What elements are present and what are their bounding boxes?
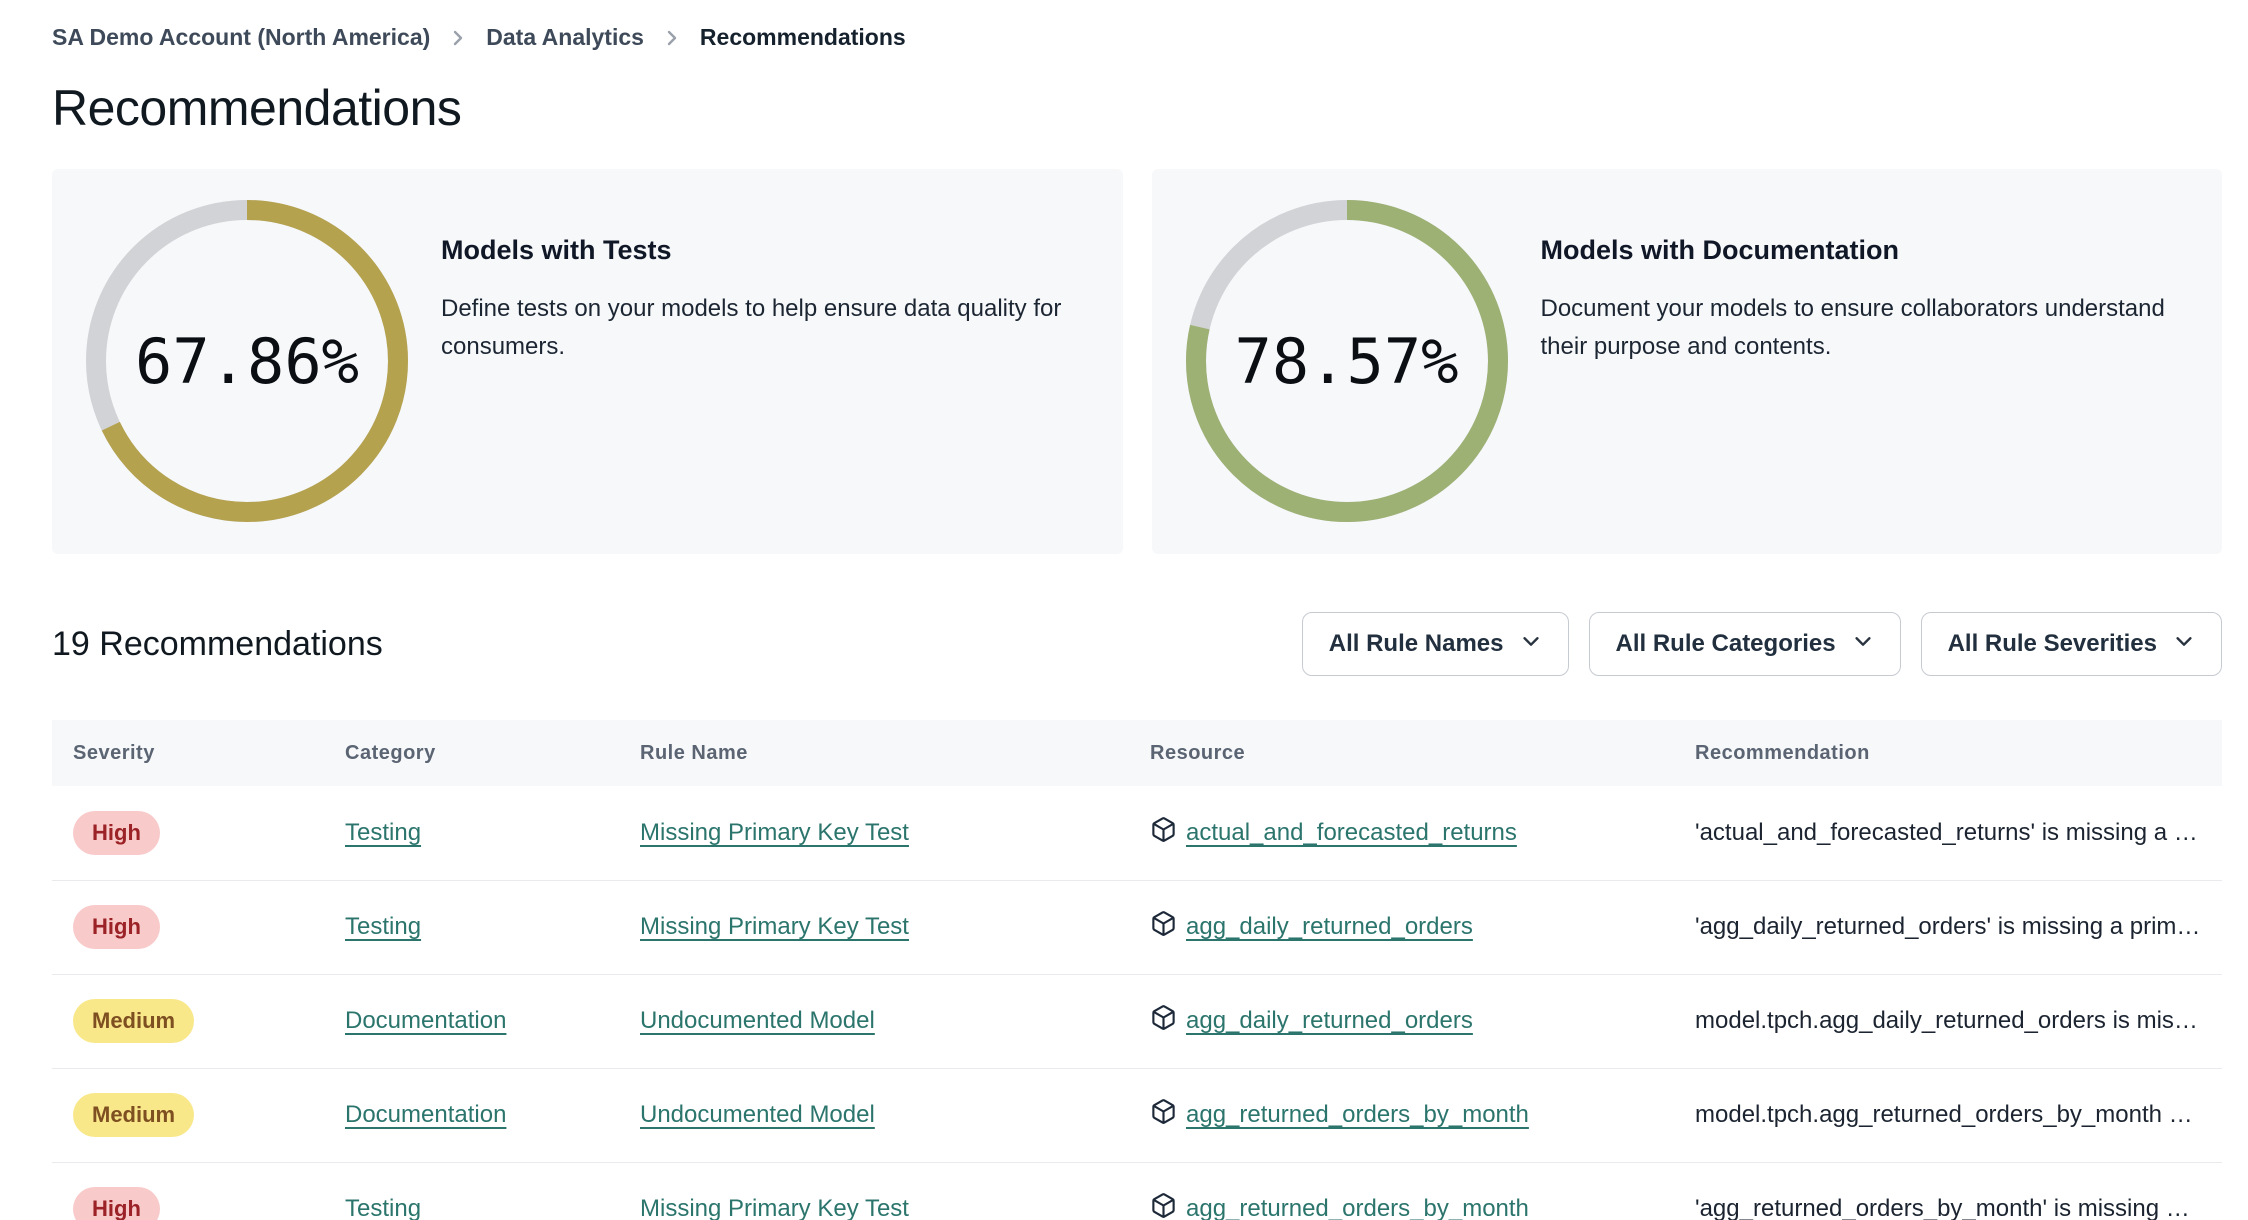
breadcrumb-current: Recommendations	[699, 24, 906, 50]
breadcrumb: SA Demo Account (North America) Data Ana…	[52, 24, 2222, 51]
filter-label: All Rule Severities	[1947, 630, 2157, 657]
table-row: Medium Documentation Undocumented Model …	[52, 1068, 2222, 1162]
card-title: Models with Tests	[441, 235, 672, 265]
card-models-with-documentation: 78.57% Models with Documentation Documen…	[1151, 169, 2222, 554]
category-link[interactable]: Testing	[345, 1195, 421, 1220]
model-cube-icon	[1150, 910, 1177, 944]
resource-link[interactable]: agg_daily_returned_orders	[1186, 1007, 1473, 1035]
breadcrumb-project[interactable]: Data Analytics	[486, 24, 644, 51]
documentation-donut-chart: 78.57%	[1185, 200, 1508, 522]
rule-name-link[interactable]: Undocumented Model	[640, 1007, 875, 1034]
card-title: Models with Documentation	[1540, 235, 1900, 265]
model-cube-icon	[1150, 816, 1177, 850]
table-row: High Testing Missing Primary Key Test ac…	[52, 786, 2222, 880]
chevron-down-icon	[1852, 630, 1874, 659]
column-header-severity: Severity	[73, 741, 155, 764]
category-link[interactable]: Testing	[345, 913, 421, 940]
model-cube-icon	[1150, 1004, 1177, 1038]
model-cube-icon	[1150, 1098, 1177, 1132]
table-row: Medium Documentation Undocumented Model …	[52, 974, 2222, 1068]
rule-categories-filter-dropdown[interactable]: All Rule Categories	[1588, 612, 1901, 676]
resource-link[interactable]: agg_returned_orders_by_month	[1186, 1195, 1529, 1220]
table-header-row: Severity Category Rule Name Resource Rec…	[52, 720, 2222, 786]
model-cube-icon	[1150, 1192, 1177, 1220]
table-row: High Testing Missing Primary Key Test ag…	[52, 1162, 2222, 1220]
severity-badge: Medium	[73, 1093, 195, 1137]
recommendations-page: SA Demo Account (North America) Data Ana…	[0, 0, 2248, 1220]
recommendation-text: model.tpch.agg_returned_orders_by_month …	[1695, 1101, 2193, 1128]
breadcrumb-account[interactable]: SA Demo Account (North America)	[52, 24, 430, 51]
severity-badge: High	[73, 810, 160, 855]
filter-label: All Rule Names	[1328, 630, 1504, 657]
recommendation-text: 'agg_daily_returned_orders' is missing a…	[1695, 913, 2201, 940]
recommendations-table: Severity Category Rule Name Resource Rec…	[52, 720, 2222, 1220]
tests-donut-chart: 67.86%	[86, 200, 408, 522]
resource-link[interactable]: actual_and_forecasted_returns	[1186, 819, 1517, 847]
rule-severities-filter-dropdown[interactable]: All Rule Severities	[1920, 612, 2222, 676]
category-link[interactable]: Documentation	[345, 1101, 506, 1128]
metric-cards: 67.86% Models with Tests Define tests on…	[52, 169, 2222, 554]
chevron-down-icon	[2173, 630, 2195, 659]
rule-name-link[interactable]: Missing Primary Key Test	[640, 1195, 909, 1220]
card-description: Document your models to ensure collabora…	[1540, 295, 2165, 360]
chevron-right-icon	[664, 26, 680, 50]
chevron-down-icon	[1520, 630, 1542, 659]
severity-badge: High	[73, 1187, 160, 1220]
severity-badge: High	[73, 905, 160, 949]
page-title: Recommendations	[52, 80, 462, 136]
rule-names-filter-dropdown[interactable]: All Rule Names	[1301, 612, 1569, 676]
rule-name-link[interactable]: Undocumented Model	[640, 1101, 875, 1128]
resource-link[interactable]: agg_daily_returned_orders	[1186, 913, 1473, 941]
resource-link[interactable]: agg_returned_orders_by_month	[1186, 1101, 1529, 1129]
category-link[interactable]: Documentation	[345, 1007, 506, 1034]
column-header-rule-name: Rule Name	[640, 741, 748, 764]
documentation-percent-value: 78.57%	[1234, 324, 1459, 398]
card-text: Models with Documentation Document your …	[1541, 235, 2201, 366]
recommendation-text: model.tpch.agg_daily_returned_orders is …	[1695, 1007, 2198, 1034]
list-header: 19 Recommendations All Rule Names All Ru…	[52, 612, 2222, 676]
column-header-resource: Resource	[1150, 741, 1246, 764]
card-models-with-tests: 67.86% Models with Tests Define tests on…	[52, 169, 1123, 554]
column-header-category: Category	[345, 741, 436, 764]
recommendation-text: 'actual_and_forecasted_returns' is missi…	[1695, 818, 2198, 846]
filter-label: All Rule Categories	[1615, 630, 1836, 657]
severity-badge: Medium	[73, 999, 195, 1043]
recommendation-text: 'agg_returned_orders_by_month' is missin…	[1695, 1195, 2190, 1220]
category-link[interactable]: Testing	[345, 819, 421, 846]
chevron-right-icon	[450, 26, 466, 50]
recommendations-count-title: 19 Recommendations	[52, 624, 383, 663]
tests-percent-value: 67.86%	[135, 324, 359, 398]
column-header-recommendation: Recommendation	[1695, 741, 1870, 764]
card-text: Models with Tests Define tests on your m…	[441, 235, 1101, 366]
filter-bar: All Rule Names All Rule Categories All R…	[1301, 612, 2222, 676]
rule-name-link[interactable]: Missing Primary Key Test	[640, 819, 909, 846]
table-row: High Testing Missing Primary Key Test ag…	[52, 880, 2222, 974]
card-description: Define tests on your models to help ensu…	[441, 295, 1062, 360]
rule-name-link[interactable]: Missing Primary Key Test	[640, 913, 909, 940]
